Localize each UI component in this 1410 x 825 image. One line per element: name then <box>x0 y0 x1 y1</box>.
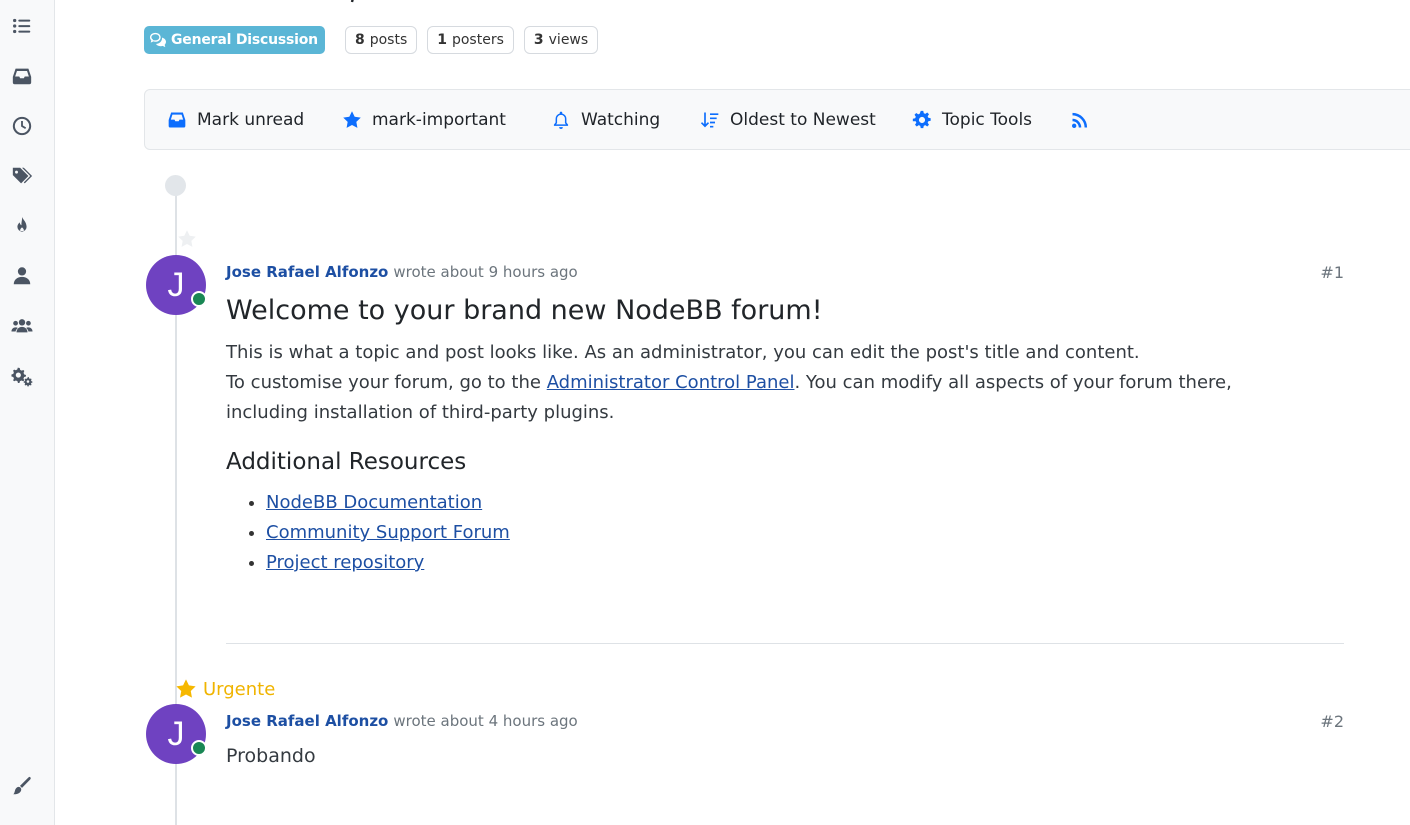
post-header: Jose Rafael Alfonzo wrote about 4 hours a… <box>226 712 578 730</box>
post-timestamp[interactable]: wrote about 4 hours ago <box>393 712 577 730</box>
author-link[interactable]: Jose Rafael Alfonzo <box>226 712 388 730</box>
list-item: Project repository <box>266 548 1346 578</box>
star-icon <box>176 679 196 698</box>
posts-label: posts <box>369 32 408 48</box>
urgent-badge: Urgente <box>175 678 275 700</box>
mark-important-button[interactable]: mark-important <box>342 90 506 149</box>
topic-tools-label: Topic Tools <box>942 109 1033 130</box>
project-repo-link[interactable]: Project repository <box>266 552 424 573</box>
fire-icon[interactable] <box>10 214 34 238</box>
list-item: NodeBB Documentation <box>266 488 1346 518</box>
gear-icon <box>912 110 931 128</box>
clock-icon[interactable] <box>10 114 34 138</box>
sort-label: Oldest to Newest <box>730 109 876 130</box>
left-sidebar <box>0 0 55 825</box>
inbox-icon <box>168 112 186 127</box>
posters-label: posters <box>451 32 504 48</box>
avatar-letter: J <box>167 714 185 753</box>
post-paragraph: To customise your forum, go to the Admin… <box>226 368 1346 398</box>
post-index[interactable]: #1 <box>1320 263 1344 282</box>
author-link[interactable]: Jose Rafael Alfonzo <box>226 263 388 281</box>
resources-list: NodeBB Documentation Community Support F… <box>226 488 1346 578</box>
list-item: Community Support Forum <box>266 518 1346 548</box>
posts-count-stat: 8 posts <box>344 26 418 54</box>
online-status-indicator <box>191 291 207 307</box>
topic-title-fragment <box>350 0 354 3</box>
mark-important-label: mark-important <box>372 109 506 130</box>
list-icon[interactable] <box>10 14 34 38</box>
timeline-start-dot <box>165 175 186 196</box>
post-title: Welcome to your brand new NodeBB forum! <box>226 295 823 326</box>
watching-button[interactable]: Watching <box>551 90 660 149</box>
posters-count-stat: 1 posters <box>427 26 514 54</box>
sort-icon <box>700 112 719 127</box>
post-divider <box>226 643 1344 644</box>
post-paragraph: This is what a topic and post looks like… <box>226 342 1140 363</box>
rss-feed-button[interactable] <box>1070 90 1090 149</box>
brush-icon[interactable] <box>10 774 34 798</box>
rss-icon <box>1072 112 1088 128</box>
post-content: Welcome to your brand new NodeBB forum! … <box>226 294 1346 578</box>
nodebb-docs-link[interactable]: NodeBB Documentation <box>266 492 482 513</box>
views-label: views <box>548 32 589 48</box>
urgent-label: Urgente <box>203 678 276 700</box>
topic-meta-row: General Discussion 8 posts 1 posters 3 v… <box>144 26 599 54</box>
mark-unread-label: Mark unread <box>197 109 305 130</box>
posts-count: 8 <box>354 32 365 48</box>
posters-count: 1 <box>437 32 447 48</box>
avatar-letter: J <box>167 265 185 304</box>
star-icon <box>177 229 197 249</box>
topic-tools-button[interactable]: Topic Tools <box>912 90 1032 149</box>
online-status-indicator <box>191 740 207 756</box>
tags-icon[interactable] <box>10 164 34 188</box>
post-paragraph: including installation of third-party pl… <box>226 402 615 423</box>
views-count: 3 <box>533 32 544 48</box>
bell-icon <box>553 111 569 129</box>
inbox-icon[interactable] <box>10 64 34 88</box>
comments-icon <box>150 32 166 48</box>
post-content: Probando <box>226 745 316 767</box>
views-count-stat: 3 views <box>523 26 599 54</box>
users-icon[interactable] <box>10 314 34 338</box>
text: To customise your forum, go to the <box>226 372 547 393</box>
post-index[interactable]: #2 <box>1320 712 1344 731</box>
category-label: General Discussion <box>171 32 318 48</box>
resources-heading: Additional Resources <box>226 449 467 475</box>
topic-toolbar: Mark unread mark-important Watching Olde… <box>144 89 1410 150</box>
community-forum-link[interactable]: Community Support Forum <box>266 522 510 543</box>
category-badge[interactable]: General Discussion <box>144 26 325 54</box>
gears-icon[interactable] <box>10 364 34 388</box>
text: . You can modify all aspects of your for… <box>794 372 1232 393</box>
post-timestamp[interactable]: wrote about 9 hours ago <box>393 263 577 281</box>
star-icon <box>343 110 361 128</box>
user-icon[interactable] <box>10 264 34 288</box>
watching-label: Watching <box>581 109 661 130</box>
sort-button[interactable]: Oldest to Newest <box>700 90 876 149</box>
admin-control-panel-link[interactable]: Administrator Control Panel <box>547 372 795 393</box>
post-header: Jose Rafael Alfonzo wrote about 9 hours a… <box>226 263 578 281</box>
mark-unread-button[interactable]: Mark unread <box>167 90 304 149</box>
